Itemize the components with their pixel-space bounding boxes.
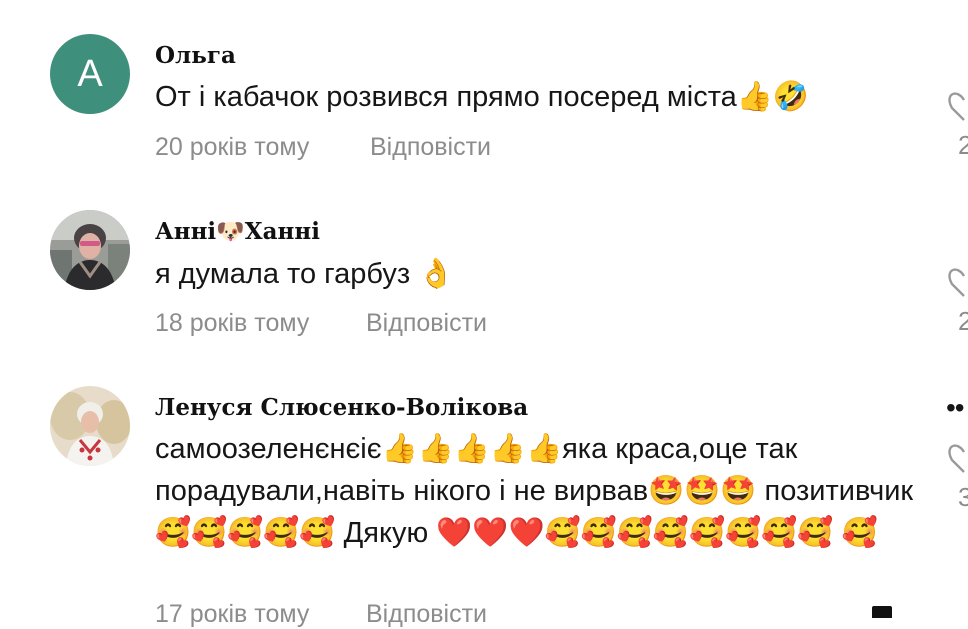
comment-author[interactable]: Ольга	[155, 42, 236, 69]
avatar-photo	[50, 386, 130, 466]
comment-author[interactable]: Ленуся Слюсенко-Воліковa	[155, 394, 528, 421]
avatar-letter: A	[77, 52, 103, 95]
like-count: 2	[958, 130, 968, 160]
avatar[interactable]	[50, 210, 130, 290]
like-count: 2	[958, 306, 968, 336]
comment-text: От і кабачок розвився прямо посеред міст…	[155, 81, 810, 113]
scroll-indicator	[872, 606, 892, 618]
avatar[interactable]: A	[50, 34, 130, 114]
comment-time: 20 років тому	[155, 133, 310, 161]
comment-time: 18 років тому	[155, 309, 310, 337]
reply-button[interactable]: Відповісти	[366, 600, 487, 629]
comment-text: самоозеленєнєіє👍👍👍👍👍яка краса,оце так по…	[155, 433, 914, 549]
like-count: 3	[958, 482, 968, 512]
avatar[interactable]	[50, 386, 130, 466]
reply-button[interactable]: Відповісти	[366, 309, 487, 338]
more-options-icon[interactable]: ••	[946, 392, 965, 424]
avatar-photo	[50, 210, 130, 290]
comment-author[interactable]: Анні🐶Ханні	[155, 218, 320, 245]
comment-text: я думала то гарбуз 👌	[155, 258, 455, 290]
reply-button[interactable]: Відповісти	[370, 133, 491, 162]
comment-time: 17 років тому	[155, 600, 310, 628]
